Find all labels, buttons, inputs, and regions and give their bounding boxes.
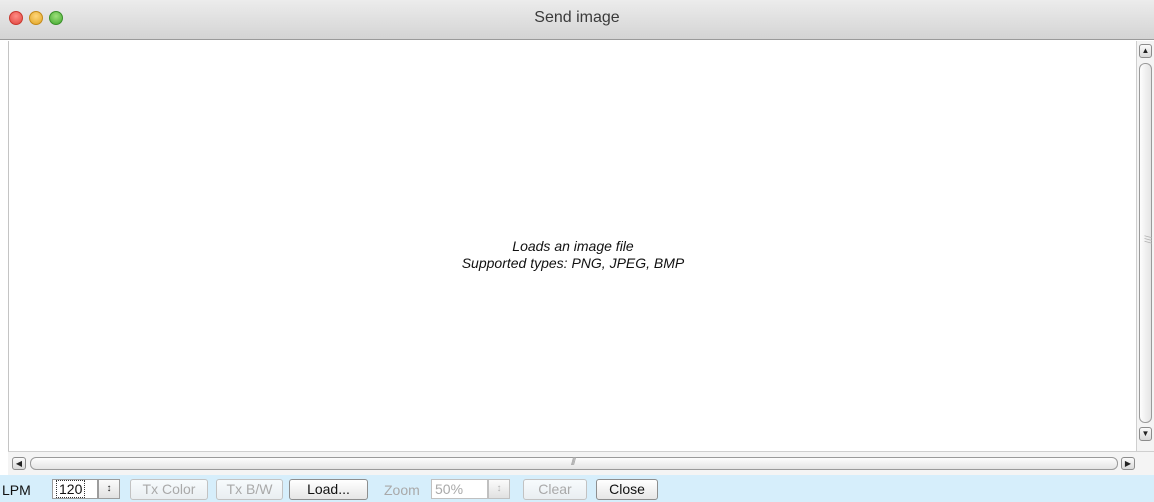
title-bar[interactable]: Send image [0, 0, 1154, 40]
scroll-down-icon[interactable]: ▼ [1139, 427, 1152, 441]
zoom-label: Zoom [384, 482, 420, 498]
vertical-scroll-thumb[interactable]: /// [1139, 63, 1153, 423]
hint-line-1: Loads an image file [512, 238, 634, 254]
tx-color-button[interactable]: Tx Color [130, 479, 208, 500]
zoom-field[interactable]: 50% [431, 479, 488, 499]
horizontal-scroll-thumb[interactable]: /// [30, 456, 1118, 470]
window-title: Send image [534, 9, 620, 26]
scrollbar-corner [1136, 451, 1154, 475]
scroll-up-icon[interactable]: ▲ [1139, 44, 1152, 58]
lpm-value: 120 [56, 480, 86, 498]
scroll-left-icon[interactable]: ◀ [12, 457, 26, 470]
load-hint: Loads an image file Supported types: PNG… [9, 238, 1137, 272]
horizontal-scrollbar[interactable]: ◀ /// ▶ [8, 451, 1136, 475]
scroll-right-icon[interactable]: ▶ [1121, 457, 1135, 470]
tx-bw-button[interactable]: Tx B/W [216, 479, 283, 500]
send-image-window: Send image Loads an image file Supported… [0, 0, 1154, 502]
close-button[interactable]: Close [596, 479, 658, 500]
image-canvas[interactable]: Loads an image file Supported types: PNG… [8, 41, 1137, 451]
bottom-toolbar: LPM 120 ↕ Tx Color Tx B/W Load... Zoom 5… [0, 475, 1154, 502]
zoom-value: 50% [435, 481, 464, 497]
hint-line-2: Supported types: PNG, JPEG, BMP [461, 255, 685, 271]
vertical-grip-icon: /// [1141, 235, 1153, 244]
lpm-label: LPM [2, 482, 31, 498]
lpm-field[interactable]: 120 [52, 479, 98, 499]
zoom-spinner-icon[interactable]: ↕ [488, 479, 510, 499]
clear-button[interactable]: Clear [523, 479, 587, 500]
zoom-spinner[interactable]: 50% ↕ [431, 479, 510, 499]
horizontal-grip-icon: /// [571, 456, 576, 468]
vertical-scrollbar[interactable]: ▲ /// ▼ [1136, 41, 1154, 451]
lpm-spinner[interactable]: 120 ↕ [52, 479, 120, 499]
lpm-spinner-icon[interactable]: ↕ [98, 479, 120, 499]
load-button[interactable]: Load... [289, 479, 368, 500]
